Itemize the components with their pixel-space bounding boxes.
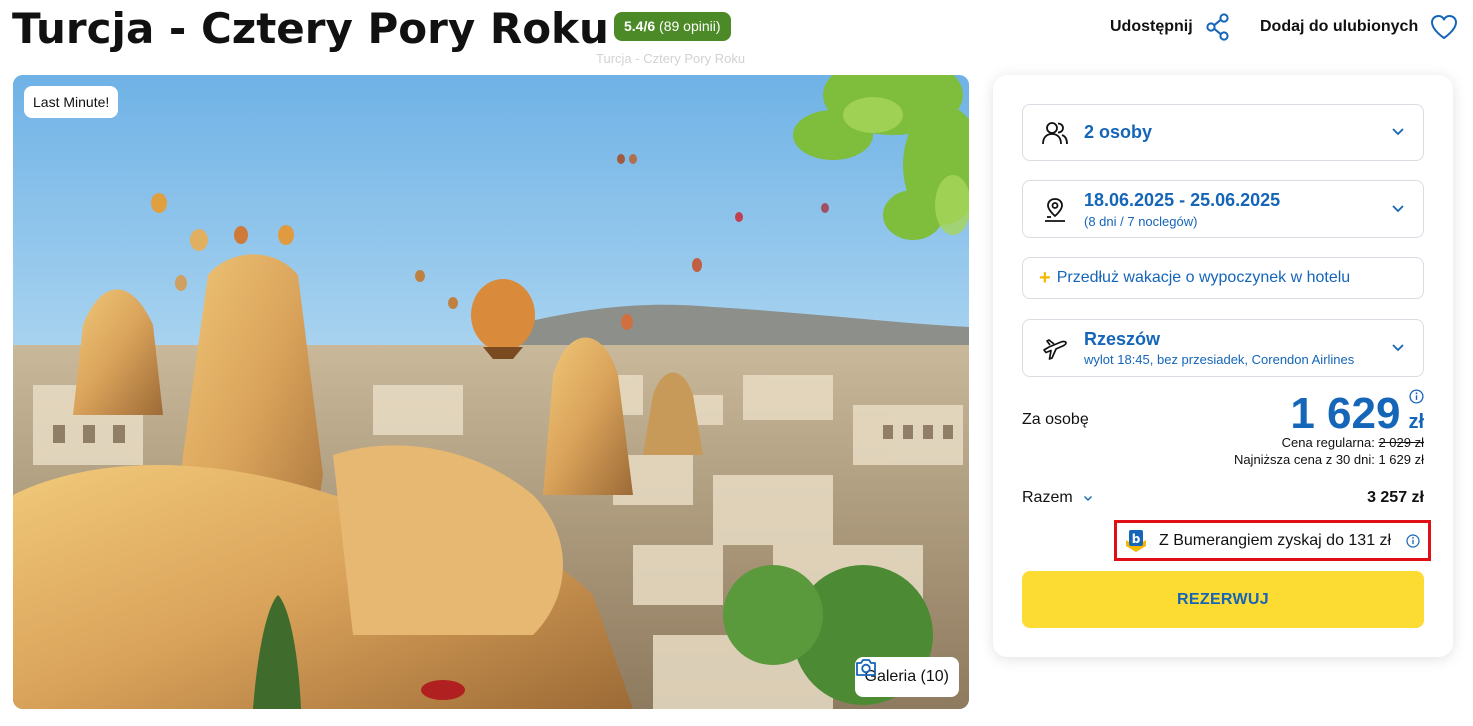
cappadocia-landscape-image xyxy=(13,75,969,709)
gallery-button[interactable]: Galeria (10) xyxy=(854,657,959,697)
dates-value: 18.06.2025 - 25.06.2025 xyxy=(1084,190,1281,210)
total-toggle[interactable]: Razem xyxy=(1022,489,1093,507)
share-label: Udostępnij xyxy=(1110,18,1193,35)
price-per-person: 1 629 zł xyxy=(1290,389,1424,439)
hotel-photo[interactable]: Last Minute! Galeria (10) xyxy=(13,75,969,709)
departure-select[interactable]: Rzeszów wylot 18:45, bez przesiadek, Cor… xyxy=(1022,319,1424,377)
price-currency: zł xyxy=(1408,411,1424,433)
page-title: Turcja - Cztery Pory Roku xyxy=(12,4,609,53)
departure-details: wylot 18:45, bez przesiadek, Corendon Ai… xyxy=(1084,352,1355,367)
dates-sub: (8 dni / 7 noclegów) xyxy=(1084,214,1198,229)
persons-select[interactable]: 2 osoby xyxy=(1022,104,1424,161)
reserve-button[interactable]: REZERWUJ xyxy=(1022,571,1424,628)
bumerang-text: Z Bumerangiem zyskaj do 131 zł xyxy=(1159,531,1392,549)
lowest-price-30-days: Najniższa cena z 30 dni: 1 629 zł xyxy=(1233,452,1424,467)
booking-panel: 2 osoby 18.06.2025 - 25.06.2025 (8 dni /… xyxy=(993,75,1453,657)
last-minute-badge: Last Minute! xyxy=(24,86,119,118)
location-pin-icon xyxy=(1045,198,1065,222)
chevron-down-icon xyxy=(1083,495,1092,501)
departure-city: Rzeszów xyxy=(1084,329,1161,349)
people-icon xyxy=(1042,122,1068,145)
gallery-label: Galeria (10) xyxy=(864,668,949,685)
heart-icon xyxy=(1431,15,1458,39)
camera-icon xyxy=(855,659,876,676)
total-label: Razem xyxy=(1022,489,1073,506)
share-icon xyxy=(1206,13,1229,41)
dates-select[interactable]: 18.06.2025 - 25.06.2025 (8 dni / 7 nocle… xyxy=(1022,180,1424,238)
share-button[interactable]: Udostępnij xyxy=(1110,12,1231,42)
chevron-down-icon xyxy=(1392,128,1404,136)
per-person-label: Za osobę xyxy=(1022,411,1089,428)
regular-price: Cena regularna: 2 029 zł xyxy=(1282,435,1424,450)
plus-icon: + xyxy=(1039,267,1051,289)
extend-stay-button[interactable]: + Przedłuż wakacje o wypoczynek w hotelu xyxy=(1022,257,1424,299)
svg-text:b: b xyxy=(1132,532,1141,546)
airplane-icon xyxy=(1043,339,1067,360)
bumerang-info-icon[interactable] xyxy=(1406,534,1420,548)
price-amount: 1 629 xyxy=(1290,389,1401,438)
price-info-icon[interactable] xyxy=(1409,389,1424,404)
chevron-down-icon xyxy=(1392,205,1404,213)
bumerang-logo-icon: b xyxy=(1126,529,1146,552)
favorite-button[interactable]: Dodaj do ulubionych xyxy=(1260,12,1458,42)
rating-score: 5.4/6 xyxy=(624,18,656,34)
rating-badge[interactable]: 5.4/6 (89 opinii) xyxy=(614,12,731,41)
rating-reviews: (89 opinii) xyxy=(659,18,721,34)
persons-value: 2 osoby xyxy=(1084,122,1153,142)
favorite-label: Dodaj do ulubionych xyxy=(1260,18,1419,35)
faint-subtitle: Turcja - Cztery Pory Roku xyxy=(596,51,746,66)
chevron-down-icon xyxy=(1392,344,1404,352)
regular-price-label: Cena regularna: xyxy=(1281,435,1375,450)
extend-label: Przedłuż wakacje o wypoczynek w hotelu xyxy=(1056,269,1351,286)
bumerang-cashback-banner[interactable]: b Z Bumerangiem zyskaj do 131 zł xyxy=(1114,520,1431,561)
regular-price-value: 2 029 zł xyxy=(1378,435,1424,450)
total-value: 3 257 zł xyxy=(1367,489,1424,506)
